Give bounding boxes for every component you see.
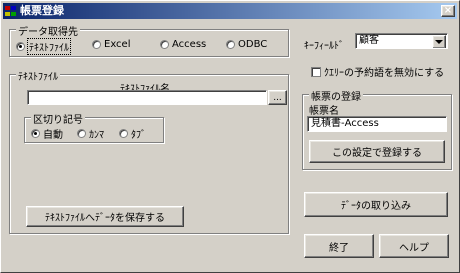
close-icon: × [443,5,453,16]
radio-access[interactable]: Access [160,39,206,50]
radio-delimiter-comma-label: ｶﾝﾏ [89,130,104,141]
import-data-label: ﾃﾞｰﾀの取り込み [341,201,411,212]
checkbox-icon [311,66,321,77]
text-file-legend: ﾃｷｽﾄﾌｧｲﾙ [16,68,60,83]
delimiter-group: 区切り記号 自動 ｶﾝﾏ ﾀﾌﾞ [24,111,164,143]
browse-button-label: ... [273,92,282,103]
radio-delimiter-tab-label: ﾀﾌﾞ [131,130,146,141]
title-bar[interactable]: 帳票登録 × [3,3,457,19]
text-file-name-input[interactable] [27,90,267,105]
radio-excel-label: Excel [104,39,131,50]
exit-label: 終了 [329,242,349,254]
query-reserved-words-checkbox[interactable]: ｸｴﾘｰの予約語を無効にする [311,64,444,79]
help-label: ヘルプ [399,242,429,254]
save-to-text-file-button[interactable]: ﾃｷｽﾄﾌｧｲﾙへﾃﾞｰﾀを保存する [26,206,184,227]
save-to-text-file-label: ﾃｷｽﾄﾌｧｲﾙへﾃﾞｰﾀを保存する [45,213,165,224]
help-button[interactable]: ヘルプ [379,234,449,258]
register-settings-label: この設定で登録する [332,148,422,159]
form-name-input[interactable]: 見積書-Access [307,116,447,132]
text-file-group: ﾃｷｽﾄﾌｧｲﾙ ﾃｷｽﾄﾌｧｲﾙ名 ... 区切り記号 自動 ｶﾝﾏ ﾀﾌﾞ … [9,68,289,234]
app-icon [5,6,16,16]
key-field-dropdown-button[interactable] [432,35,446,48]
data-source-legend: データ取得先 [16,23,80,38]
form-name-label: 帳票名 [309,106,339,117]
radio-text-file-label: ﾃｷｽﾄﾌｧｲﾙ [27,38,71,55]
form-register-group: 帳票の登録 帳票名 見積書-Access この設定で登録する [302,88,452,170]
radio-icon [160,40,169,49]
import-data-button[interactable]: ﾃﾞｰﾀの取り込み [304,192,448,217]
radio-excel[interactable]: Excel [92,39,131,50]
dialog-window: 帳票登録 × データ取得先 ﾃｷｽﾄﾌｧｲﾙ Excel Access ODBC… [0,0,460,273]
data-source-group: データ取得先 ﾃｷｽﾄﾌｧｲﾙ Excel Access ODBC [9,23,289,57]
radio-selected-icon [31,129,40,138]
radio-icon [226,40,235,49]
radio-odbc[interactable]: ODBC [226,39,267,50]
radio-icon [77,129,86,138]
radio-icon [92,40,101,49]
radio-delimiter-auto[interactable]: 自動 [31,126,63,141]
form-register-legend: 帳票の登録 [309,88,363,103]
radio-text-file[interactable]: ﾃｷｽﾄﾌｧｲﾙ [16,38,71,55]
radio-access-label: Access [172,39,207,50]
radio-delimiter-tab[interactable]: ﾀﾌﾞ [119,126,146,141]
delimiter-legend: 区切り記号 [31,111,85,126]
browse-button[interactable]: ... [268,90,287,105]
exit-button[interactable]: 終了 [304,234,374,258]
window-title: 帳票登録 [20,4,64,17]
key-field-value: 顧客 [359,35,379,46]
key-field-label: ｷｰﾌｨｰﾙﾄﾞ [304,41,344,52]
radio-selected-icon [16,42,25,51]
close-button[interactable]: × [441,5,455,17]
radio-odbc-label: ODBC [238,39,268,50]
key-field-select[interactable]: 顧客 [355,33,448,49]
register-settings-button[interactable]: この設定で登録する [309,140,445,163]
query-reserved-words-label: ｸｴﾘｰの予約語を無効にする [324,68,445,79]
chevron-down-icon [435,39,443,44]
form-name-value: 見積書-Access [311,118,379,129]
radio-delimiter-auto-label: 自動 [43,130,63,141]
radio-icon [119,129,128,138]
radio-delimiter-comma[interactable]: ｶﾝﾏ [77,126,104,141]
